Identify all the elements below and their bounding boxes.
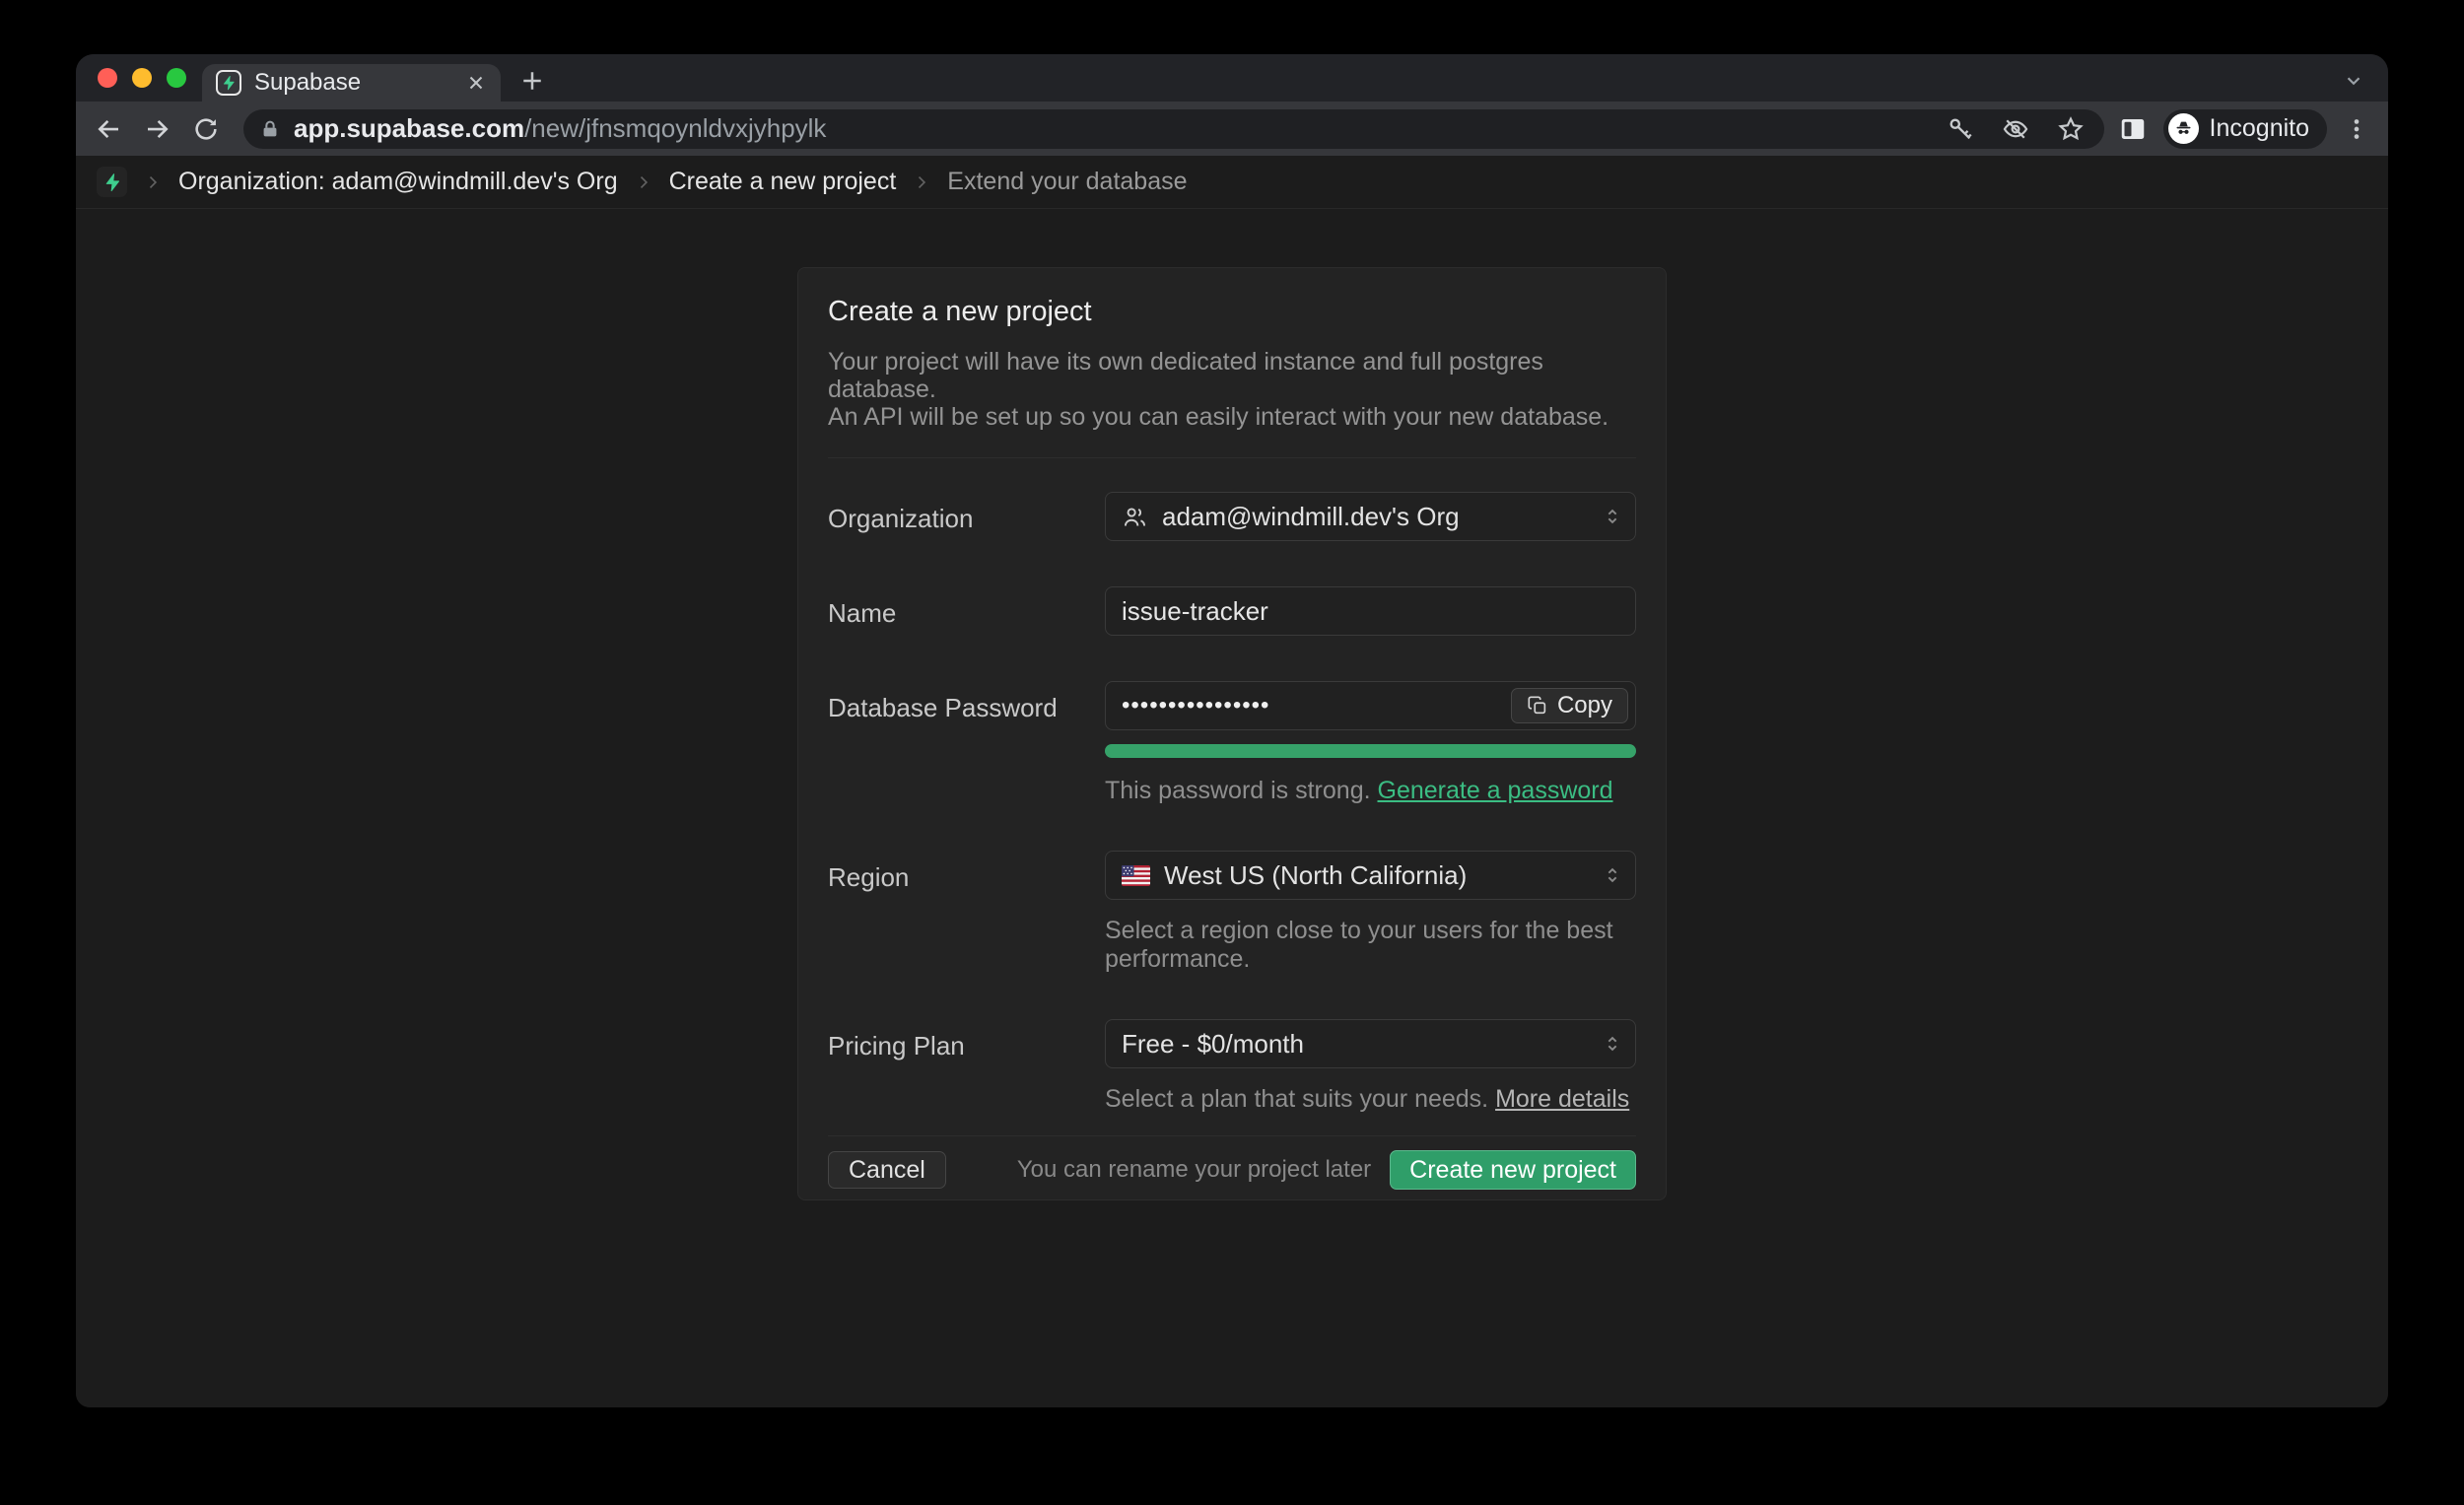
region-row: Region West US (North California) Select…	[828, 851, 1636, 974]
copy-password-button[interactable]: Copy	[1511, 688, 1628, 723]
tab-search-chevron-icon[interactable]	[2343, 70, 2364, 92]
generate-password-link[interactable]: Generate a password	[1378, 777, 1613, 804]
window-controls	[98, 68, 186, 88]
password-strength-bar	[1105, 744, 1636, 758]
bookmark-star-icon[interactable]	[2057, 115, 2085, 143]
organization-row: Organization adam@windmill.dev's Org	[828, 492, 1636, 541]
password-note: This password is strong. Generate a pass…	[1105, 777, 1636, 805]
region-helper-text: Select a region close to your users for …	[1105, 917, 1636, 974]
breadcrumb-organization[interactable]: Organization: adam@windmill.dev's Org	[178, 168, 618, 196]
create-new-project-button[interactable]: Create new project	[1390, 1150, 1636, 1190]
breadcrumb-chevron-icon	[634, 172, 653, 192]
users-icon	[1122, 504, 1148, 530]
password-key-icon[interactable]	[1947, 115, 1974, 143]
password-strength-text: This password is strong.	[1105, 777, 1371, 804]
close-tab-icon[interactable]	[465, 72, 487, 94]
password-row: Database Password Copy This password is …	[828, 681, 1636, 805]
supabase-logo-icon[interactable]	[97, 167, 127, 197]
pricing-select[interactable]: Free - $0/month	[1105, 1019, 1636, 1068]
region-select[interactable]: West US (North California)	[1105, 851, 1636, 900]
region-value: West US (North California)	[1164, 860, 1467, 891]
breadcrumb: Organization: adam@windmill.dev's Org Cr…	[76, 156, 2388, 209]
browser-toolbar: app.supabase.com/new/jfnsmqoynldvxjyhpyl…	[76, 102, 2388, 156]
region-label: Region	[828, 851, 1105, 974]
url-text: app.supabase.com/new/jfnsmqoynldvxjyhpyl…	[294, 113, 1947, 144]
minimize-window-button[interactable]	[132, 68, 152, 88]
incognito-label: Incognito	[2210, 114, 2309, 143]
close-window-button[interactable]	[98, 68, 117, 88]
select-chevrons-icon	[1602, 1033, 1623, 1055]
address-bar[interactable]: app.supabase.com/new/jfnsmqoynldvxjyhpyl…	[243, 109, 2104, 149]
password-label: Database Password	[828, 681, 1105, 805]
breadcrumb-create-project[interactable]: Create a new project	[669, 168, 897, 196]
select-chevrons-icon	[1602, 864, 1623, 886]
tab-title: Supabase	[254, 69, 465, 97]
cancel-button[interactable]: Cancel	[828, 1151, 946, 1189]
browser-window: Supabase app.supabase.com/new/jfnsmqoynl…	[76, 54, 2388, 1407]
card-footer: Cancel You can rename your project later…	[828, 1135, 1636, 1199]
pricing-row: Pricing Plan Free - $0/month Select a pl…	[828, 1019, 1636, 1114]
description-line-1: Your project will have its own dedicated…	[828, 348, 1636, 403]
url-path: /new/jfnsmqoynldvxjyhpylk	[524, 113, 826, 143]
side-panel-icon[interactable]	[2118, 114, 2148, 144]
forward-icon[interactable]	[143, 114, 172, 144]
incognito-badge: Incognito	[2163, 109, 2327, 149]
pricing-helper: Select a plan that suits your needs.	[1105, 1085, 1488, 1113]
breadcrumb-chevron-icon	[143, 172, 163, 192]
page-description: Your project will have its own dedicated…	[828, 348, 1636, 431]
name-row: Name	[828, 586, 1636, 636]
description-line-2: An API will be set up so you can easily …	[828, 403, 1636, 431]
incognito-icon	[2168, 113, 2199, 144]
url-domain: app.supabase.com	[294, 113, 524, 143]
browser-tab[interactable]: Supabase	[202, 64, 501, 102]
eye-off-icon[interactable]	[2002, 115, 2029, 143]
page-content: Create a new project Your project will h…	[76, 267, 2388, 1407]
back-icon[interactable]	[94, 114, 123, 144]
name-input[interactable]	[1105, 586, 1636, 636]
create-project-card: Create a new project Your project will h…	[797, 267, 1667, 1200]
organization-label: Organization	[828, 492, 1105, 541]
page-title: Create a new project	[828, 296, 1636, 328]
organization-value: adam@windmill.dev's Org	[1162, 502, 1460, 532]
zoom-window-button[interactable]	[167, 68, 186, 88]
browser-menu-icon[interactable]	[2343, 115, 2370, 143]
copy-icon	[1527, 695, 1548, 717]
rename-hint-text: You can rename your project later	[1017, 1156, 1371, 1184]
lock-icon	[259, 118, 281, 140]
us-flag-icon	[1122, 865, 1150, 886]
card-header: Create a new project Your project will h…	[828, 268, 1636, 458]
new-tab-button[interactable]	[517, 66, 547, 96]
breadcrumb-extend-database: Extend your database	[947, 168, 1187, 196]
supabase-favicon-icon	[216, 70, 241, 96]
pricing-label: Pricing Plan	[828, 1019, 1105, 1114]
pricing-helper-text: Select a plan that suits your needs. Mor…	[1105, 1085, 1636, 1114]
reload-icon[interactable]	[192, 115, 220, 143]
copy-button-label: Copy	[1557, 692, 1612, 719]
organization-select[interactable]: adam@windmill.dev's Org	[1105, 492, 1636, 541]
name-label: Name	[828, 586, 1105, 636]
tab-strip: Supabase	[76, 54, 2388, 102]
more-details-link[interactable]: More details	[1495, 1085, 1629, 1113]
select-chevrons-icon	[1602, 506, 1623, 527]
pricing-value: Free - $0/month	[1122, 1029, 1304, 1060]
breadcrumb-chevron-icon	[912, 172, 931, 192]
